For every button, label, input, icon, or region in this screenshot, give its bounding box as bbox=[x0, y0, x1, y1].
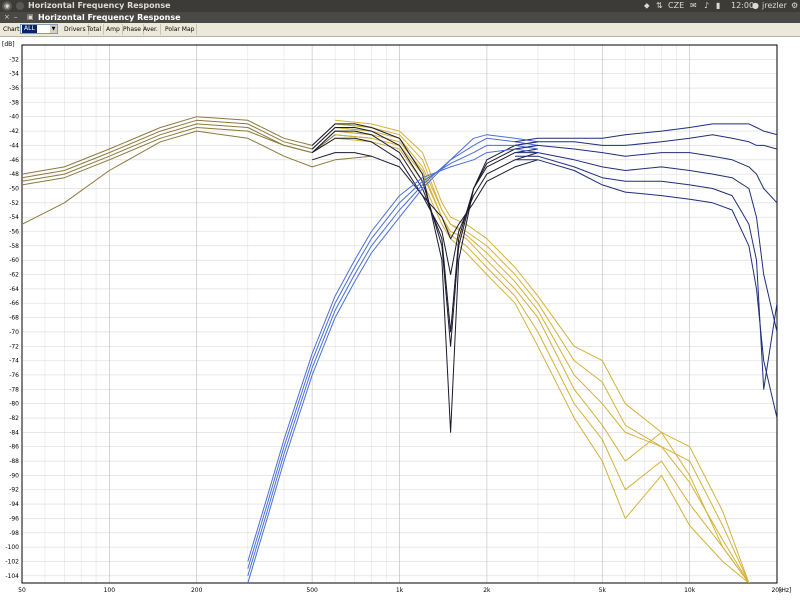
series-line-4-3 bbox=[515, 152, 777, 333]
average-button[interactable]: Aver. bbox=[141, 24, 161, 35]
series-line-4-4 bbox=[515, 155, 777, 390]
y-tick-label: -96 bbox=[9, 515, 19, 522]
y-tick-label: -72 bbox=[9, 343, 19, 350]
series-line-3-2 bbox=[247, 144, 538, 569]
x-tick-label: 100 bbox=[104, 587, 116, 594]
y-tick-label: -34 bbox=[9, 71, 19, 78]
y-tick-label: -42 bbox=[9, 128, 19, 135]
ubuntu-logo-icon[interactable]: ◉ bbox=[2, 1, 12, 11]
y-tick-label: -90 bbox=[9, 472, 19, 479]
y-tick-label: -66 bbox=[9, 300, 19, 307]
y-tick-label: -92 bbox=[9, 487, 19, 494]
y-tick-label: -104 bbox=[5, 573, 19, 580]
x-tick-label: 50 bbox=[18, 587, 26, 594]
y-tick-label: -54 bbox=[9, 214, 19, 221]
keyboard-layout[interactable]: CZE bbox=[668, 0, 684, 12]
user-name[interactable]: jrezler bbox=[762, 0, 787, 12]
y-tick-label: -44 bbox=[9, 142, 19, 149]
major-grid bbox=[21, 45, 778, 583]
mail-icon[interactable]: ✉ bbox=[690, 0, 697, 12]
x-tick-label: 10k bbox=[684, 587, 696, 594]
y-tick-label: -86 bbox=[9, 444, 19, 451]
total-button[interactable]: Total bbox=[85, 24, 105, 35]
series-line-3-0 bbox=[247, 134, 538, 583]
y-tick-label: -100 bbox=[5, 544, 19, 551]
y-tick-label: -60 bbox=[9, 257, 19, 264]
x-tick-label: 1k bbox=[396, 587, 404, 594]
y-tick-label: -78 bbox=[9, 386, 19, 393]
y-tick-label: -102 bbox=[5, 558, 19, 565]
window-titlebar: × – ▣ Horizontal Frequency Response bbox=[0, 12, 800, 23]
y-tick-label: -32 bbox=[9, 56, 19, 63]
clock[interactable]: 12:00 bbox=[731, 0, 754, 12]
window-subtitle: Horizontal Frequency Response bbox=[38, 13, 181, 22]
close-icon[interactable]: × bbox=[4, 12, 10, 23]
minimize-icon[interactable]: – bbox=[14, 12, 18, 23]
y-axis-label: [dB] bbox=[2, 41, 15, 48]
y-tick-label: -94 bbox=[9, 501, 19, 508]
x-tick-label: 5k bbox=[599, 587, 607, 594]
chart-select[interactable]: ALL ▼ bbox=[20, 24, 58, 34]
y-tick-label: -52 bbox=[9, 200, 19, 207]
chevron-down-icon[interactable]: ▼ bbox=[50, 25, 57, 33]
battery-icon[interactable]: ▮ bbox=[716, 0, 720, 12]
chart-select-value: ALL bbox=[22, 25, 37, 33]
y-axis-ticks: -32 -34 -36 -38 -40 -42 -44 -46 -48 -50 -52 -54 -56 -… bbox=[5, 56, 19, 579]
chart-svg: -32 -34 -36 -38 -40 -42 -44 -46 -48 -50 -52 -54 -56 -… bbox=[2, 41, 791, 594]
y-tick-label: -80 bbox=[9, 401, 19, 408]
frequency-response-chart[interactable]: -32 -34 -36 -38 -40 -42 -44 -46 -48 -50 -52 -54 -56 -… bbox=[0, 37, 800, 600]
volume-icon[interactable]: ♪ bbox=[704, 0, 709, 12]
top-panel: ◉ Horizontal Frequency Response ⬥ ⇅ CZE … bbox=[0, 0, 800, 12]
y-tick-label: -74 bbox=[9, 358, 19, 365]
y-tick-label: -48 bbox=[9, 171, 19, 178]
y-tick-label: -82 bbox=[9, 415, 19, 422]
y-tick-label: -76 bbox=[9, 372, 19, 379]
y-tick-label: -58 bbox=[9, 243, 19, 250]
y-tick-label: -56 bbox=[9, 229, 19, 236]
y-tick-label: -50 bbox=[9, 185, 19, 192]
y-tick-label: -98 bbox=[9, 530, 19, 537]
y-tick-label: -40 bbox=[9, 114, 19, 121]
y-tick-label: -84 bbox=[9, 429, 19, 436]
y-tick-label: -38 bbox=[9, 99, 19, 106]
y-tick-label: -70 bbox=[9, 329, 19, 336]
minor-grid bbox=[44, 45, 690, 583]
x-axis-ticks: 50 100 200 500 1k 2k 5k 10k 20k bbox=[18, 587, 783, 594]
window-title: Horizontal Frequency Response bbox=[28, 1, 171, 10]
y-tick-label: -46 bbox=[9, 157, 19, 164]
x-tick-label: 200 bbox=[191, 587, 203, 594]
x-axis-label: [Hz] bbox=[779, 587, 791, 594]
y-tick-label: -36 bbox=[9, 85, 19, 92]
y-tick-label: -62 bbox=[9, 272, 19, 279]
app-icon: ▣ bbox=[27, 13, 34, 21]
chart-label: Chart bbox=[3, 26, 20, 33]
settings-gear-icon[interactable]: ⚙ bbox=[791, 0, 798, 12]
network-icon[interactable]: ⇅ bbox=[656, 0, 663, 12]
y-tick-label: -68 bbox=[9, 315, 19, 322]
x-tick-label: 500 bbox=[306, 587, 318, 594]
window-close-icon[interactable] bbox=[16, 2, 24, 10]
polar-map-button[interactable]: Polar Map bbox=[163, 24, 198, 35]
user-icon: ● bbox=[752, 1, 759, 10]
chart-toolbar: Chart ALL ▼ Drivers Total Amp Phase Aver… bbox=[0, 23, 800, 37]
series-line-1-4 bbox=[335, 134, 750, 583]
y-tick-label: -64 bbox=[9, 286, 19, 293]
dropbox-icon[interactable]: ⬥ bbox=[644, 0, 650, 12]
amp-button[interactable]: Amp bbox=[104, 24, 123, 35]
x-tick-label: 2k bbox=[483, 587, 491, 594]
y-tick-label: -88 bbox=[9, 458, 19, 465]
series-line-1-0 bbox=[335, 119, 750, 583]
